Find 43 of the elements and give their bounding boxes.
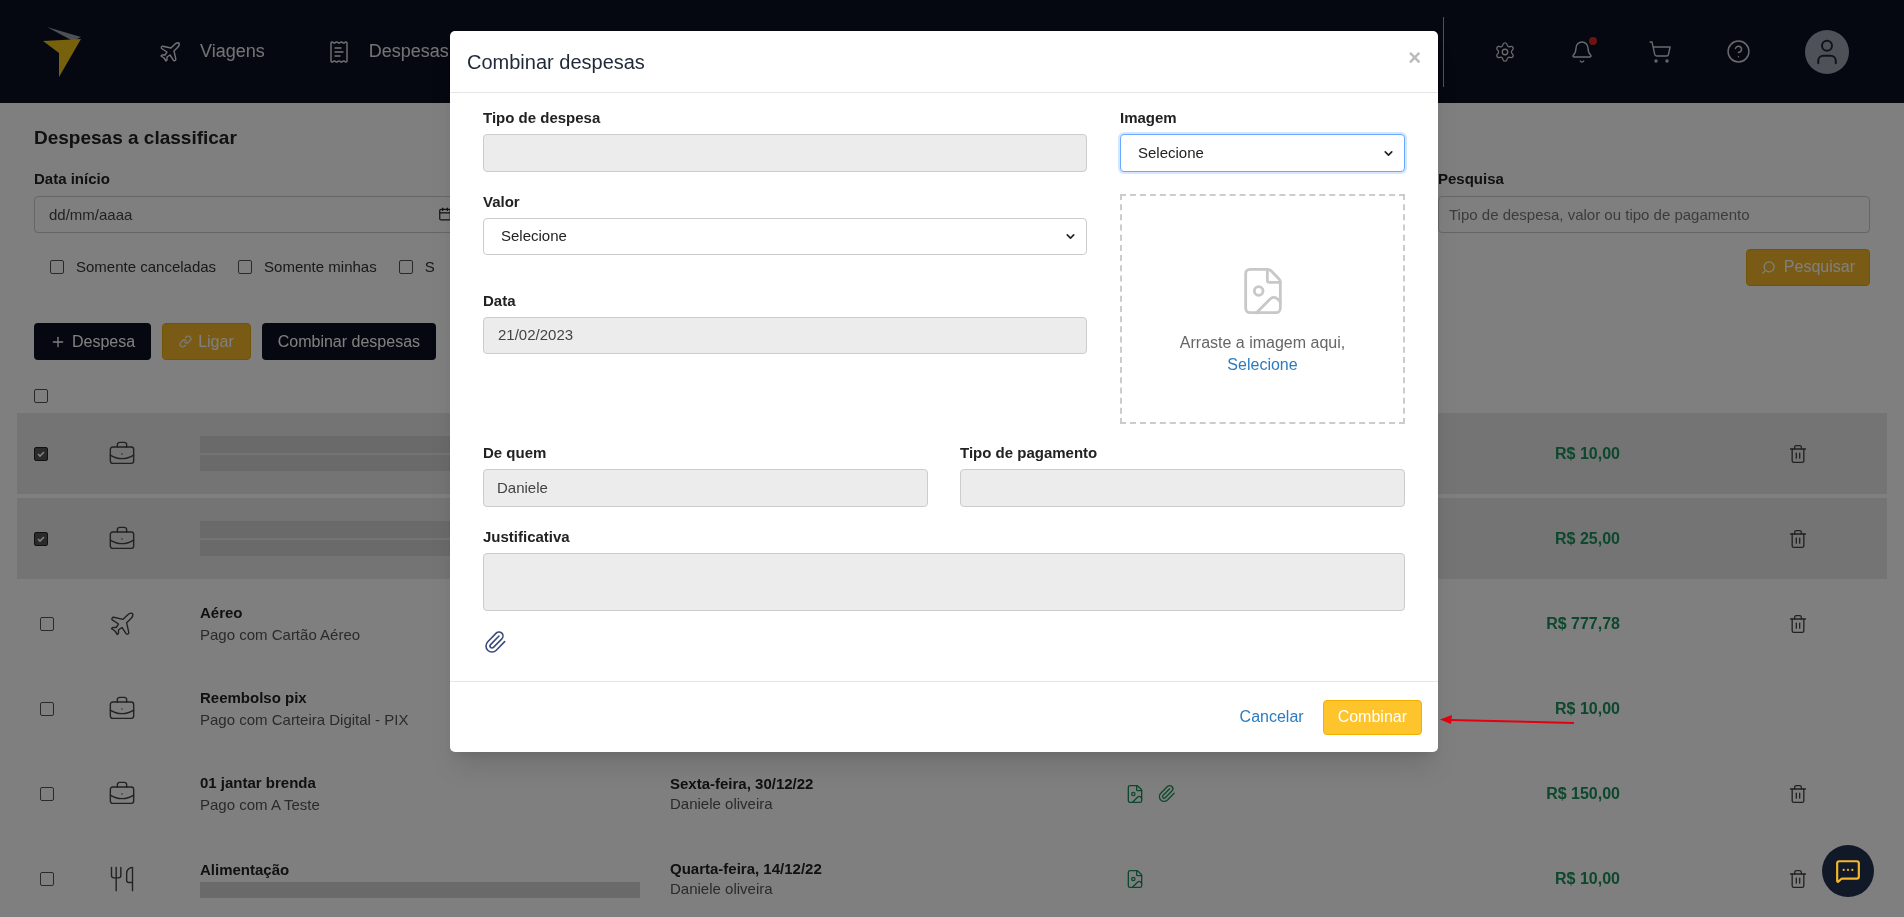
- image-select[interactable]: Selecione: [1120, 134, 1405, 172]
- expense-title: Alimentação: [200, 859, 290, 880]
- cancel-link[interactable]: Cancelar: [1239, 705, 1304, 729]
- dropzone-text: Arraste a imagem aqui,: [1179, 333, 1346, 353]
- date-field[interactable]: 21/02/2023: [483, 317, 1087, 354]
- payment-method: Pago com Cartão Aéreo: [200, 624, 361, 645]
- dialog-title: Combinar despesas: [467, 49, 645, 75]
- nav-link[interactable]: Despesas: [326, 38, 449, 65]
- expense-amount: R$ 150,00: [1546, 783, 1620, 804]
- checkbox-label: S: [424, 256, 435, 277]
- combine-button[interactable]: Combinar despesas: [261, 323, 437, 360]
- field-label: Data: [483, 291, 517, 311]
- expense-amount: R$ 10,00: [1555, 698, 1620, 719]
- expense-title: 01 jantar brenda: [200, 772, 316, 793]
- field-label: Imagem: [1120, 108, 1178, 128]
- from-field[interactable]: Daniele: [483, 469, 928, 507]
- expense-owner: Daniele oliveira: [670, 878, 773, 899]
- payment-method: Pago com A Teste: [200, 794, 320, 815]
- search-field[interactable]: Tipo de despesa, valor ou tipo de pagamento: [1438, 196, 1870, 233]
- field-label: Justificativa: [483, 527, 571, 547]
- expense-amount: R$ 25,00: [1555, 528, 1620, 549]
- expense-date: Quarta-feira, 14/12/22: [670, 858, 822, 879]
- expense-date: Sexta-feira, 30/12/22: [670, 773, 814, 794]
- nav-link[interactable]: Viagens: [158, 38, 265, 65]
- checkbox-label: Somente minhas: [264, 256, 377, 277]
- select-link[interactable]: Selecione: [1227, 354, 1298, 376]
- expense-owner: Daniele oliveira: [670, 793, 773, 814]
- page-title: Despesas a classificar: [34, 126, 237, 150]
- value-select[interactable]: Selecione: [483, 218, 1087, 255]
- field-label: De quem: [483, 443, 548, 463]
- payment-method: Pago com Carteira Digital - PIX: [200, 709, 409, 730]
- field-label: Tipo de pagamento: [960, 443, 1099, 463]
- add-expense-button[interactable]: Despesa: [34, 323, 152, 360]
- expense-amount: R$ 777,78: [1546, 613, 1620, 634]
- field-label: Data início: [34, 169, 110, 189]
- field-label: Tipo de despesa: [483, 108, 602, 128]
- expense-title: Reembolso pix: [200, 687, 307, 708]
- field-label: Pesquisa: [1438, 169, 1504, 189]
- expense-amount: R$ 10,00: [1555, 868, 1620, 889]
- image-dropzone[interactable]: Arraste a imagem aqui, Selecione: [1120, 194, 1405, 424]
- expense-amount: R$ 10,00: [1555, 443, 1620, 464]
- expense-title: Aéreo: [200, 602, 243, 623]
- checkbox-label: Somente canceladas: [76, 256, 217, 277]
